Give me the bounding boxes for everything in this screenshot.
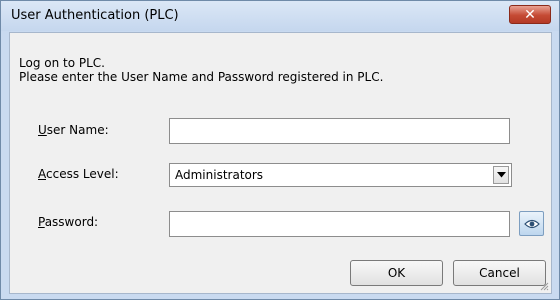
window-title: User Authentication (PLC) [11,8,179,23]
eye-icon [523,219,540,228]
message-line-2: Please enter the User Name and Password … [19,70,384,84]
access-level-label-text: ccess Level: [46,167,119,181]
ok-button[interactable]: OK [350,260,443,286]
access-level-select[interactable]: Administrators [169,163,512,187]
user-name-label-text: ser Name: [46,123,109,137]
show-password-button[interactable] [519,211,544,236]
password-label: Password: [38,215,98,229]
title-bar[interactable]: User Authentication (PLC) ✕ [1,1,559,31]
access-level-accesskey: A [38,167,46,181]
cancel-button[interactable]: Cancel [453,260,546,286]
dialog-body: Log on to PLC. Please enter the User Nam… [9,32,552,294]
close-button[interactable]: ✕ [509,5,551,24]
chevron-down-icon [496,172,506,178]
user-name-input[interactable] [169,118,510,144]
password-label-text: assword: [44,215,99,229]
close-icon: ✕ [524,6,536,23]
dialog-window: User Authentication (PLC) ✕ Log on to PL… [0,0,560,300]
instruction-message: Log on to PLC. Please enter the User Nam… [19,56,383,84]
access-level-label: Access Level: [38,167,119,181]
user-name-label: User Name: [38,123,109,137]
password-input[interactable] [169,211,510,237]
password-accesskey: P [38,215,45,229]
resize-grip-icon[interactable] [539,281,549,291]
access-level-dropdown-button[interactable] [493,166,509,184]
message-line-1: Log on to PLC. [19,56,105,70]
access-level-value: Administrators [175,168,264,182]
user-name-accesskey: U [38,123,47,137]
